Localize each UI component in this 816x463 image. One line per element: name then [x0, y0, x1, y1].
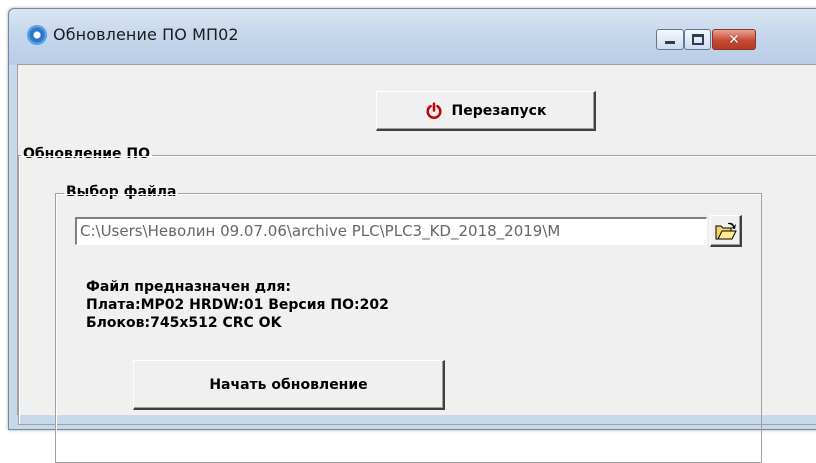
- restart-button[interactable]: Перезапуск: [376, 91, 596, 131]
- window-title: Обновление ПО МП02: [53, 25, 239, 44]
- restart-label: Перезапуск: [451, 102, 547, 119]
- browse-button[interactable]: [710, 215, 742, 247]
- start-update-button[interactable]: Начать обновление: [133, 360, 445, 410]
- open-folder-icon: [715, 222, 737, 239]
- maximize-icon: [691, 34, 704, 45]
- minimize-button[interactable]: [656, 29, 684, 50]
- close-button[interactable]: ✕: [712, 29, 756, 50]
- close-icon: ✕: [728, 31, 740, 48]
- client-area: Перезапуск Обновление ПО Выбор файла C:\…: [17, 64, 816, 463]
- minimize-icon: [665, 41, 675, 44]
- info-target-line: Файл предназначен для:: [86, 279, 291, 295]
- title-bar[interactable]: Обновление ПО МП02 ✕: [9, 9, 816, 65]
- start-update-label: Начать обновление: [209, 376, 368, 393]
- power-icon: [425, 101, 442, 119]
- file-path-input[interactable]: C:\Users\Неволин 09.07.06\archive PLC\PL…: [75, 217, 707, 245]
- file-group-label: Выбор файла: [64, 184, 179, 200]
- update-group-label: Обновление ПО: [21, 146, 153, 162]
- info-board-line: Плата:MP02 HRDW:01 Версия ПО:202: [86, 297, 389, 313]
- app-icon: [27, 25, 47, 45]
- maximize-button[interactable]: [684, 29, 711, 50]
- app-window: Обновление ПО МП02 ✕ Перезапуск Обновлен…: [8, 8, 816, 463]
- info-blocks-line: Блоков:745x512 CRC OK: [86, 315, 282, 331]
